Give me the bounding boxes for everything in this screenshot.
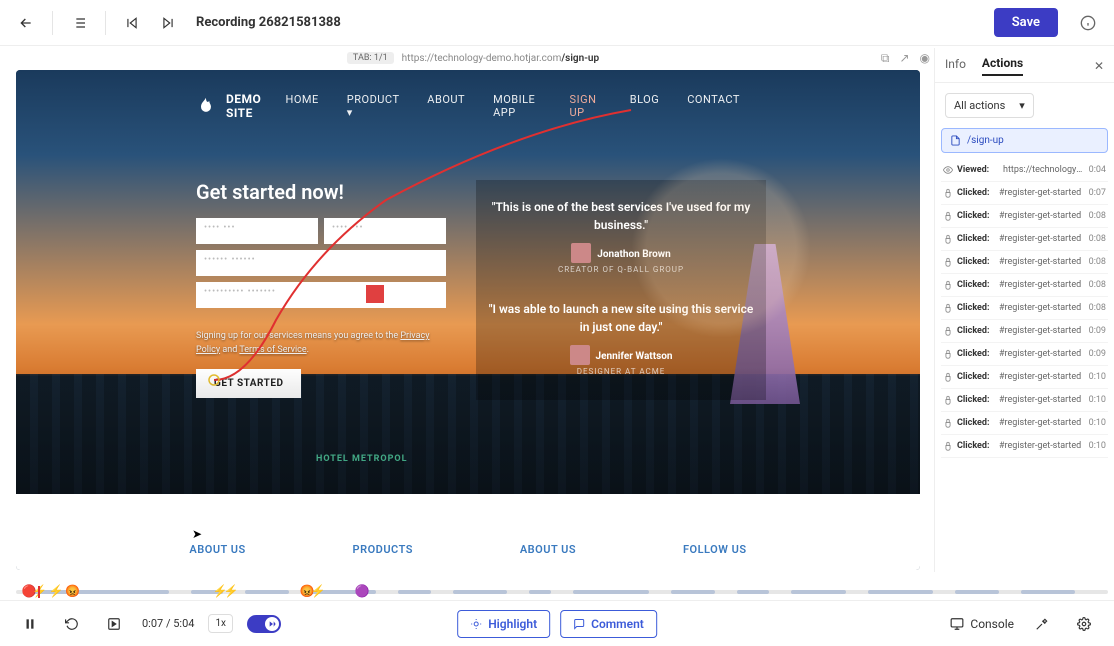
actions-filter[interactable]: All actions▾ <box>945 93 1034 118</box>
event-row[interactable]: Clicked:#register-get-started0:09 <box>941 320 1108 343</box>
skip-button[interactable] <box>100 610 128 638</box>
nav-home[interactable]: HOME <box>286 93 319 119</box>
site-logo[interactable]: DEMO SITE <box>196 92 286 120</box>
cursor-icon: ➤ <box>192 527 202 541</box>
page-icon <box>950 135 961 146</box>
actions-panel: Info Actions ✕ All actions▾ /sign-up Vie… <box>934 48 1114 572</box>
avatar <box>570 345 590 365</box>
avatar <box>571 243 591 263</box>
timeline-marker[interactable]: ⚡ <box>32 584 47 598</box>
footer-link[interactable]: FOLLOW US <box>683 543 747 556</box>
flame-icon <box>196 95 216 117</box>
event-row[interactable]: Clicked:#register-get-started0:08 <box>941 228 1108 251</box>
footer-link[interactable]: ABOUT US <box>189 543 245 556</box>
skip-inactivity-toggle[interactable] <box>247 615 281 633</box>
app-toolbar: Recording 26821581388 Save <box>0 0 1114 46</box>
settings-icon[interactable] <box>1070 610 1098 638</box>
footer-link[interactable]: PRODUCTS <box>353 543 413 556</box>
hotel-sign: HOTEL METROPOL <box>316 454 407 464</box>
list-button[interactable] <box>65 9 93 37</box>
event-row[interactable]: Clicked:#register-get-started0:08 <box>941 251 1108 274</box>
tab-indicator: TAB: 1/1 <box>347 52 394 64</box>
tos-link[interactable]: Terms of Service <box>239 345 306 355</box>
playback-time: 0:07 / 5:04 <box>142 617 194 630</box>
nav-contact[interactable]: CONTACT <box>687 93 740 119</box>
nav-about[interactable]: ABOUT <box>427 93 465 119</box>
event-row[interactable]: Clicked:#register-get-started0:07 <box>941 182 1108 205</box>
speed-selector[interactable]: 1x <box>208 614 233 633</box>
highlight-button[interactable]: Highlight <box>457 610 550 638</box>
url-bar: TAB: 1/1 https://technology-demo.hotjar.… <box>16 48 930 68</box>
console-button[interactable]: Console <box>950 617 1014 631</box>
event-row[interactable]: Clicked:#register-get-started0:08 <box>941 297 1108 320</box>
mouse-path <box>16 70 920 494</box>
tab-info[interactable]: Info <box>945 57 966 75</box>
recording-viewport: HOTEL METROPOL DEMO SITE HOME PRODUCT ▾ AB… <box>16 70 920 570</box>
event-row[interactable]: Clicked:#register-get-started0:10 <box>941 435 1108 458</box>
recording-title: Recording 26821581388 <box>196 15 341 30</box>
rewind-button[interactable] <box>58 610 86 638</box>
hero-section: HOTEL METROPOL DEMO SITE HOME PRODUCT ▾ AB… <box>16 70 920 494</box>
timeline-marker[interactable]: ⚡ <box>49 584 64 598</box>
timeline-marker[interactable]: ⚡ <box>311 584 326 598</box>
page-url: https://technology-demo.hotjar.com/sign-… <box>402 53 599 64</box>
event-row[interactable]: Clicked:#register-get-started0:08 <box>941 274 1108 297</box>
footer-link[interactable]: ABOUT US <box>520 543 576 556</box>
email-input[interactable] <box>196 250 446 276</box>
timeline-marker[interactable]: ⚡ <box>223 584 238 598</box>
prev-recording-button[interactable] <box>118 9 146 37</box>
camera-icon[interactable]: ◉ <box>920 51 930 66</box>
open-icon[interactable]: ↗ <box>899 51 909 66</box>
event-row[interactable]: Clicked:#register-get-started0:10 <box>941 389 1108 412</box>
event-row[interactable]: Viewed:https://technology-demo.ho…0:04 <box>941 159 1108 182</box>
testimonials: "This is one of the best services I've u… <box>476 180 766 400</box>
console-icon <box>950 617 964 631</box>
privacy-link[interactable]: Privacy Policy <box>196 331 429 355</box>
tools-icon[interactable] <box>1028 610 1056 638</box>
get-started-button[interactable]: GET STARTED <box>196 369 301 398</box>
comment-button[interactable]: Comment <box>560 610 657 638</box>
close-panel-button[interactable]: ✕ <box>1094 59 1104 73</box>
nav-product-[interactable]: PRODUCT ▾ <box>347 93 400 119</box>
page-chip[interactable]: /sign-up <box>941 128 1108 153</box>
last-name-input[interactable] <box>324 218 446 244</box>
info-icon[interactable] <box>1074 9 1102 37</box>
chevron-down-icon: ▾ <box>1019 99 1025 112</box>
playback-bar: 0:07 / 5:04 1x Highlight Comment Console <box>0 600 1114 646</box>
event-row[interactable]: Clicked:#register-get-started0:08 <box>941 205 1108 228</box>
highlight-icon <box>470 618 482 630</box>
next-recording-button[interactable] <box>154 9 182 37</box>
timeline[interactable]: 🔴⚡⚡😡⚡⚡😡⚡🟣 <box>16 584 1108 600</box>
event-row[interactable]: Clicked:#register-get-started0:10 <box>941 412 1108 435</box>
first-name-input[interactable] <box>196 218 318 244</box>
nav-sign-up[interactable]: SIGN UP <box>570 93 602 119</box>
event-row[interactable]: Clicked:#register-get-started0:10 <box>941 366 1108 389</box>
legal-text: Signing up for our services means you ag… <box>196 330 446 357</box>
signup-heading: Get started now! <box>196 180 446 204</box>
copy-icon[interactable]: ⧉ <box>881 51 890 66</box>
comment-icon <box>573 618 585 630</box>
save-button[interactable]: Save <box>994 8 1058 37</box>
event-row[interactable]: Clicked:#register-get-started0:09 <box>941 343 1108 366</box>
timeline-marker[interactable]: 😡 <box>65 584 80 598</box>
password-input[interactable] <box>196 282 446 308</box>
site-footer: ABOUT US PRODUCTS ABOUT US FOLLOW US <box>16 494 920 570</box>
back-button[interactable] <box>12 9 40 37</box>
site-nav: DEMO SITE HOME PRODUCT ▾ ABOUT MOBILE APP SI… <box>16 92 920 120</box>
tab-actions[interactable]: Actions <box>982 56 1023 76</box>
timeline-marker[interactable]: 🟣 <box>355 584 370 598</box>
signup-form: Get started now! Signing up for our serv… <box>196 180 446 398</box>
nav-mobile-app[interactable]: MOBILE APP <box>493 93 541 119</box>
pause-button[interactable] <box>16 610 44 638</box>
nav-blog[interactable]: BLOG <box>630 93 660 119</box>
events-list[interactable]: Viewed:https://technology-demo.ho…0:04Cl… <box>935 159 1114 572</box>
